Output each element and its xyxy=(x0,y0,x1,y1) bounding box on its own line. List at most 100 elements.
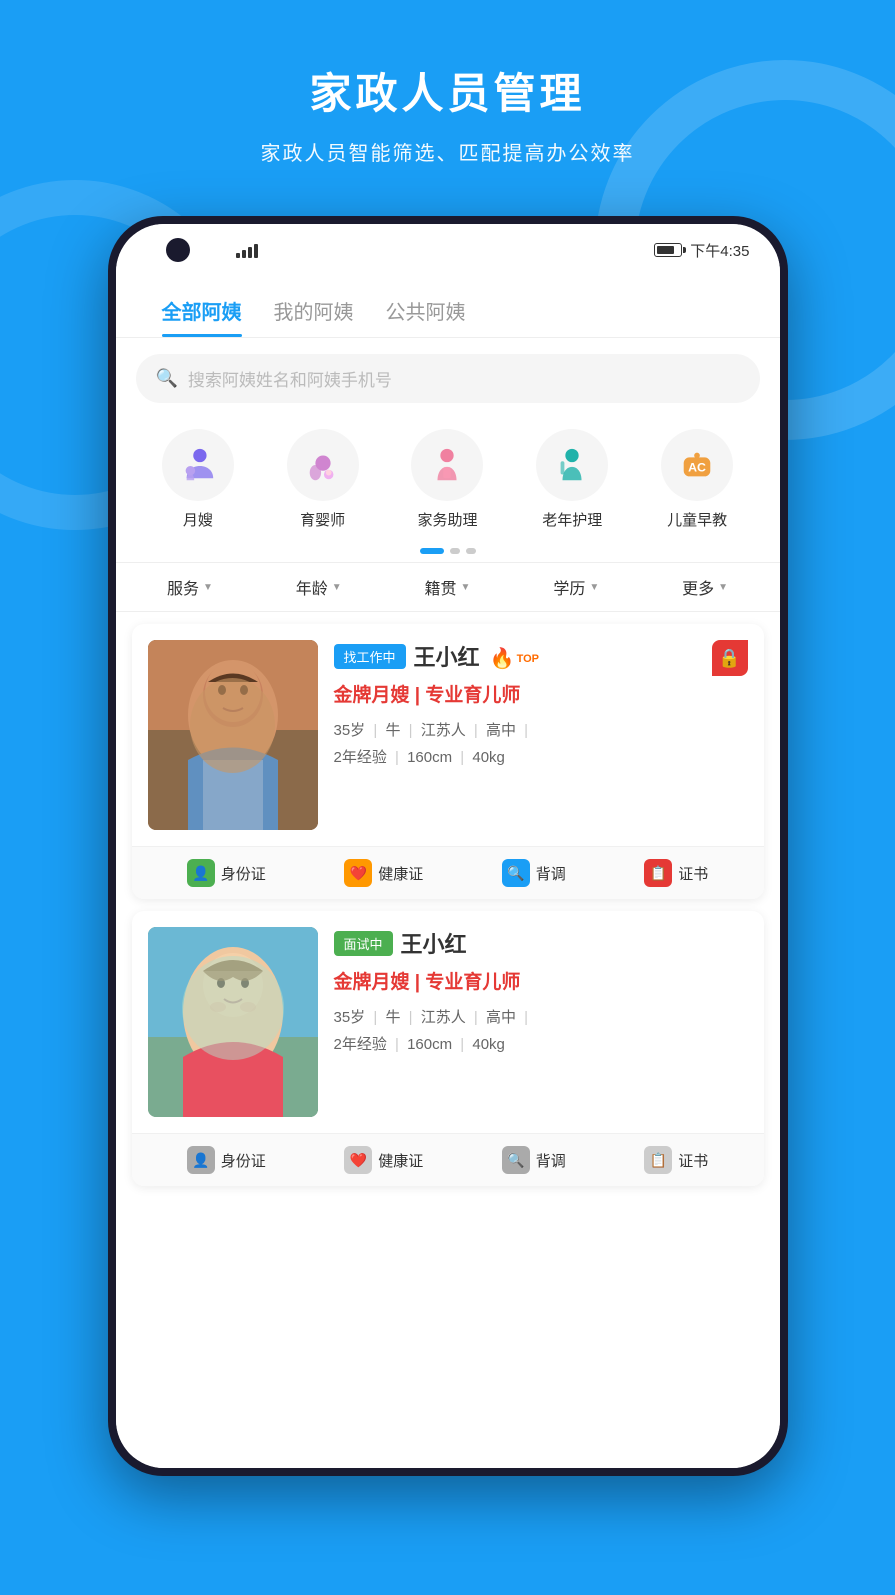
card-1-info: 找工作中 王小红 🔥 TOP 🔒 金牌月嫂 | xyxy=(334,640,748,830)
tab-all-aunties[interactable]: 全部阿姨 xyxy=(146,288,258,337)
battery-fill xyxy=(657,246,674,254)
page-title: 家政人员管理 xyxy=(20,60,875,121)
yuyingshi-icon xyxy=(287,429,359,501)
card-2-details: 35岁 | 牛 | 江苏人 | 高中 | 2年经验 | xyxy=(334,1004,748,1058)
card-1-header: 找工作中 王小红 🔥 TOP 🔒 xyxy=(334,640,748,672)
card-2-main: 面试中 王小红 金牌月嫂 | 专业育儿师 35岁 | 牛 | 江苏人 | xyxy=(132,911,764,1133)
svg-text:AC: AC xyxy=(688,461,706,475)
card-1-photo-img xyxy=(148,640,318,830)
page-header: 家政人员管理 家政人员智能筛选、匹配提高办公效率 xyxy=(0,0,895,196)
filter-more-arrow: ▼ xyxy=(718,582,728,593)
filter-age-arrow: ▼ xyxy=(332,582,342,593)
page-subtitle: 家政人员智能筛选、匹配提高办公效率 xyxy=(20,137,875,166)
search-bar[interactable]: 🔍 搜索阿姨姓名和阿姨手机号 xyxy=(136,354,760,403)
tab-bar: 全部阿姨 我的阿姨 公共阿姨 xyxy=(116,276,780,338)
person-card-2[interactable]: 面试中 王小红 金牌月嫂 | 专业育儿师 35岁 | 牛 | 江苏人 | xyxy=(132,911,764,1186)
category-yuyingshi[interactable]: 育婴师 xyxy=(287,429,359,530)
card-1-lock-badge: 🔒 xyxy=(712,640,748,676)
filter-more[interactable]: 更多 ▼ xyxy=(682,575,728,599)
category-yunsao[interactable]: 月嫂 xyxy=(162,429,234,530)
card-1-name: 王小红 🔥 TOP xyxy=(414,640,539,672)
yuyingshi-label: 育婴师 xyxy=(300,509,345,530)
status-time: 下午4:35 xyxy=(690,240,749,261)
card-1-photo xyxy=(148,640,318,830)
filter-bar: 服务 ▼ 年龄 ▼ 籍贯 ▼ 学历 ▼ xyxy=(116,562,780,612)
yunsao-icon xyxy=(162,429,234,501)
cred-2-health: ❤️ 健康证 xyxy=(344,1146,423,1174)
health-icon-2: ❤️ xyxy=(344,1146,372,1174)
filter-origin-arrow: ▼ xyxy=(461,582,471,593)
pagination-dots xyxy=(116,540,780,562)
signal-bar-4 xyxy=(254,244,258,258)
cred-1-bg: 🔍 背调 xyxy=(502,859,566,887)
filter-age[interactable]: 年龄 ▼ xyxy=(296,575,342,599)
tab-my-aunties[interactable]: 我的阿姨 xyxy=(258,288,370,337)
card-2-photo-img xyxy=(148,927,318,1117)
cert-icon-1: 📋 xyxy=(644,859,672,887)
phone-frame: 下午4:35 全部阿姨 我的阿姨 公共阿姨 xyxy=(108,216,788,1476)
dot-2 xyxy=(450,548,460,554)
dot-3 xyxy=(466,548,476,554)
filter-service-arrow: ▼ xyxy=(203,582,213,593)
battery-icon xyxy=(654,243,682,257)
jiawu-label: 家务助理 xyxy=(417,509,477,530)
card-2-photo xyxy=(148,927,318,1117)
cred-1-health: ❤️ 健康证 xyxy=(344,859,423,887)
status-left xyxy=(236,242,258,258)
card-2-header: 面试中 王小红 xyxy=(334,927,748,959)
card-2-name: 王小红 xyxy=(401,927,467,959)
category-ertong[interactable]: AC 儿童早教 xyxy=(661,429,733,530)
cert-icon-2: 📋 xyxy=(644,1146,672,1174)
category-list: 月嫂 育婴师 xyxy=(116,419,780,540)
cred-2-cert: 📋 证书 xyxy=(644,1146,708,1174)
status-bar: 下午4:35 xyxy=(116,224,780,276)
signal-bars xyxy=(236,242,258,258)
cred-2-id: 👤 身份证 xyxy=(187,1146,266,1174)
card-2-title: 金牌月嫂 | 专业育儿师 xyxy=(334,967,748,994)
id-icon-1: 👤 xyxy=(187,859,215,887)
filter-origin[interactable]: 籍贯 ▼ xyxy=(425,575,471,599)
card-2-credentials: 👤 身份证 ❤️ 健康证 🔍 背调 📋 证 xyxy=(132,1133,764,1186)
bg-icon-2: 🔍 xyxy=(502,1146,530,1174)
yunsao-label: 月嫂 xyxy=(183,509,213,530)
cred-1-cert: 📋 证书 xyxy=(644,859,708,887)
card-1-top-badge: 🔥 TOP xyxy=(490,646,539,671)
app-content: 全部阿姨 我的阿姨 公共阿姨 🔍 搜索阿姨姓名和阿姨手机号 xyxy=(116,276,780,1468)
card-1-title: 金牌月嫂 | 专业育儿师 xyxy=(334,680,748,707)
phone-mockup: 下午4:35 全部阿姨 我的阿姨 公共阿姨 xyxy=(0,216,895,1476)
laonian-label: 老年护理 xyxy=(542,509,602,530)
phone-screen: 下午4:35 全部阿姨 我的阿姨 公共阿姨 xyxy=(116,224,780,1468)
ertong-icon: AC xyxy=(661,429,733,501)
person-card-1[interactable]: 找工作中 王小红 🔥 TOP 🔒 金牌月嫂 | xyxy=(132,624,764,899)
health-icon-1: ❤️ xyxy=(344,859,372,887)
search-icon: 🔍 xyxy=(156,368,178,389)
filter-service[interactable]: 服务 ▼ xyxy=(167,575,213,599)
battery-indicator xyxy=(654,243,682,257)
bg-icon-1: 🔍 xyxy=(502,859,530,887)
top-label: TOP xyxy=(517,653,539,665)
filter-education-arrow: ▼ xyxy=(589,582,599,593)
card-1-credentials: 👤 身份证 ❤️ 健康证 🔍 背调 📋 证 xyxy=(132,846,764,899)
category-laonian[interactable]: 老年护理 xyxy=(536,429,608,530)
tab-public-aunties[interactable]: 公共阿姨 xyxy=(370,288,482,337)
dot-1 xyxy=(420,548,444,554)
card-2-status-badge: 面试中 xyxy=(334,931,393,956)
card-1-main: 找工作中 王小红 🔥 TOP 🔒 金牌月嫂 | xyxy=(132,624,764,846)
category-jiawu[interactable]: 家务助理 xyxy=(411,429,483,530)
cred-2-bg: 🔍 背调 xyxy=(502,1146,566,1174)
signal-bar-2 xyxy=(242,250,246,258)
signal-bar-1 xyxy=(236,253,240,258)
status-right: 下午4:35 xyxy=(654,240,749,261)
laonian-icon xyxy=(536,429,608,501)
ertong-label: 儿童早教 xyxy=(667,509,727,530)
fire-icon: 🔥 xyxy=(490,646,515,671)
signal-bar-3 xyxy=(248,247,252,258)
card-1-status-badge: 找工作中 xyxy=(334,644,406,669)
card-2-info: 面试中 王小红 金牌月嫂 | 专业育儿师 35岁 | 牛 | 江苏人 | xyxy=(334,927,748,1117)
cred-1-id: 👤 身份证 xyxy=(187,859,266,887)
filter-education[interactable]: 学历 ▼ xyxy=(553,575,599,599)
card-1-details: 35岁 | 牛 | 江苏人 | 高中 | 2年经验 | xyxy=(334,717,748,771)
search-placeholder: 搜索阿姨姓名和阿姨手机号 xyxy=(188,366,392,391)
camera-notch xyxy=(166,238,190,262)
jiawu-icon xyxy=(411,429,483,501)
